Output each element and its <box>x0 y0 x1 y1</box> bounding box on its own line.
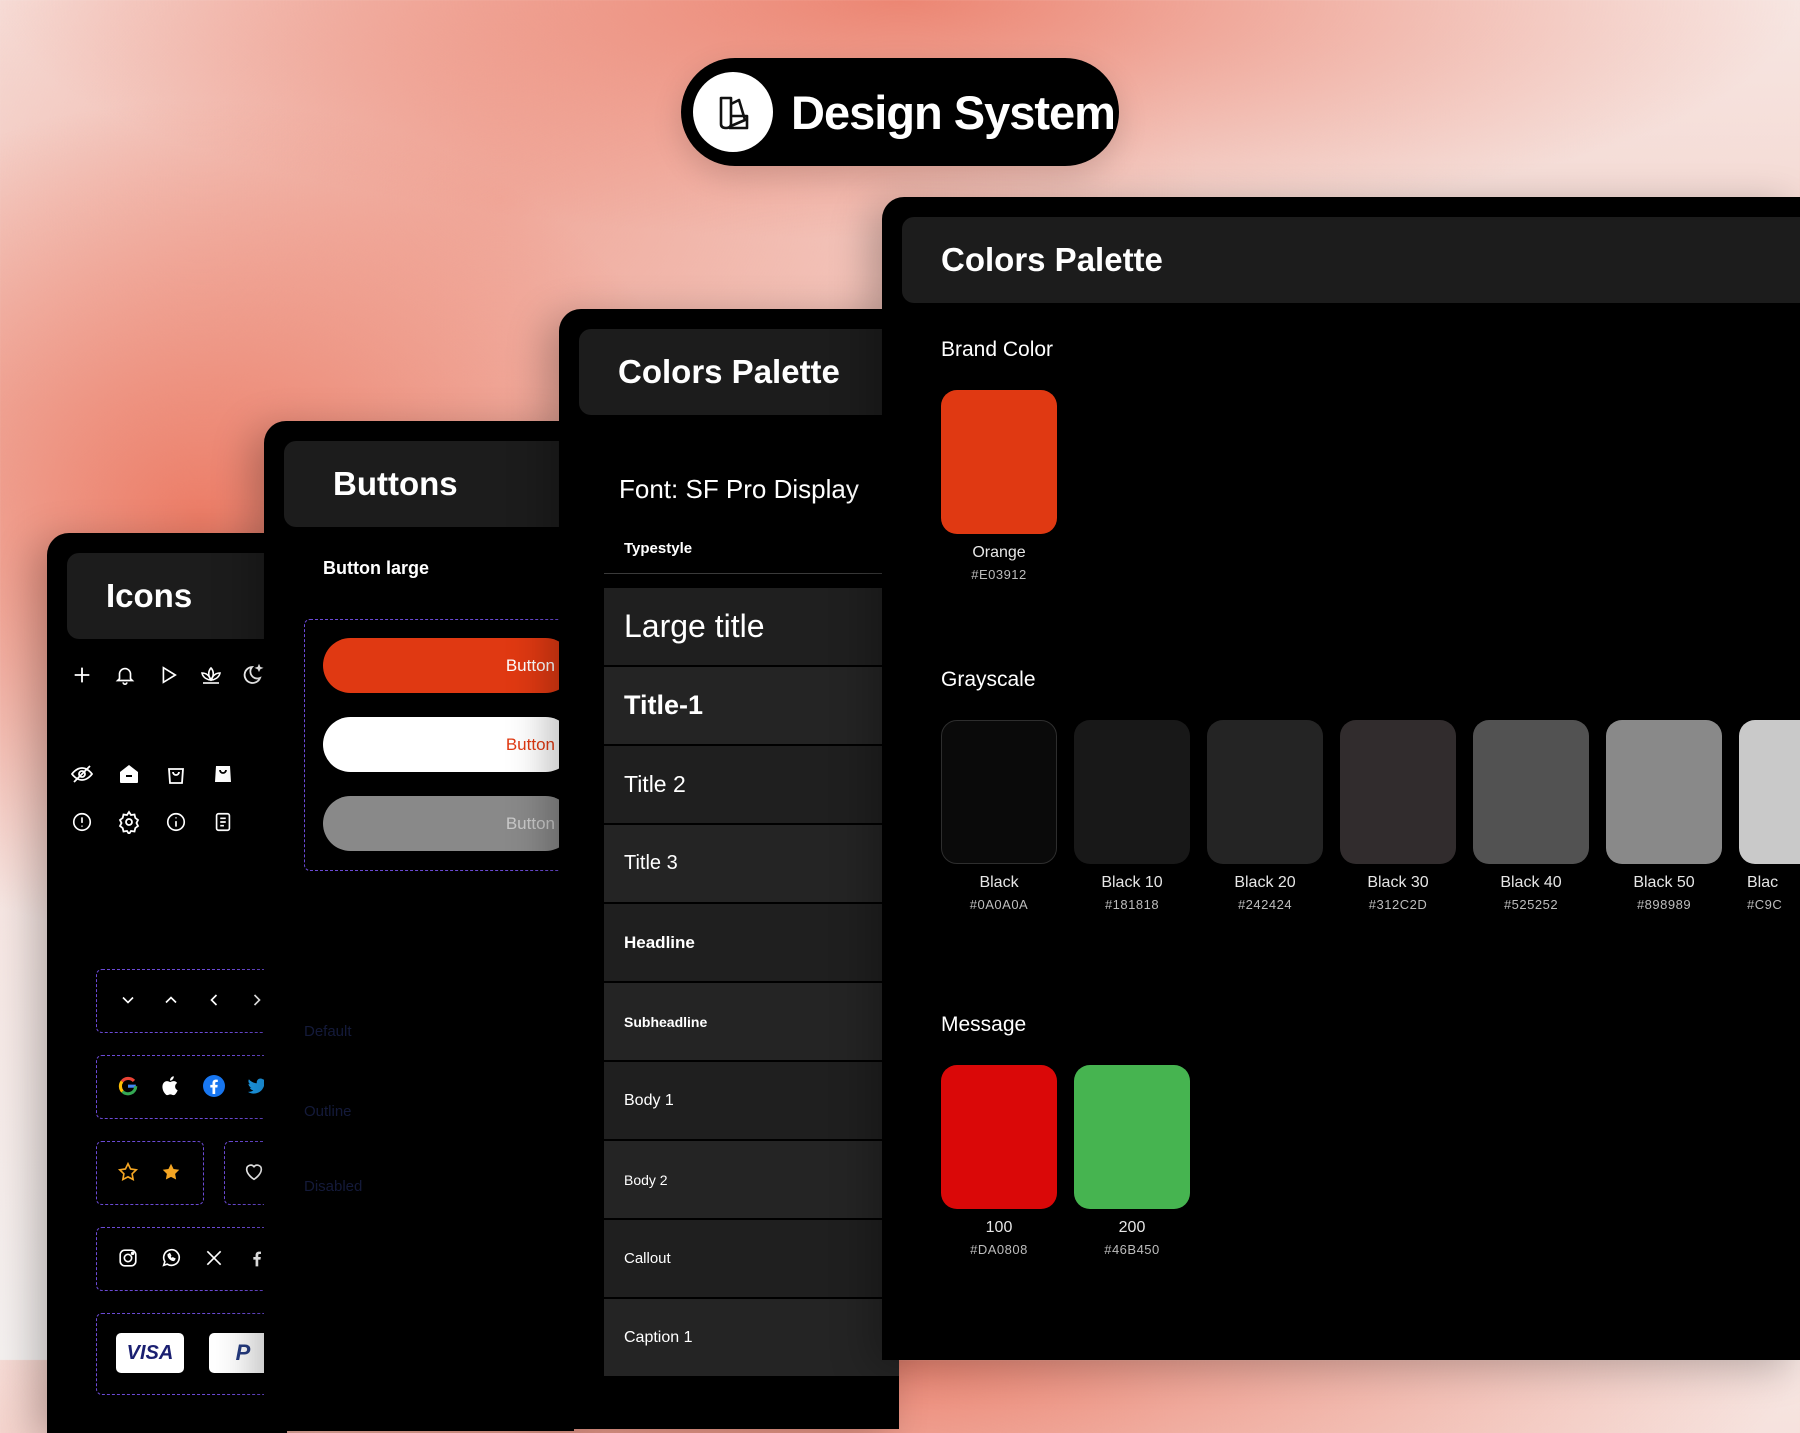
typestyle-callout: Callout <box>604 1220 899 1297</box>
swatch-black-50 <box>1606 720 1722 864</box>
swatch-black-60 <box>1739 720 1800 864</box>
icons-card: Icons VISA P <box>47 533 287 1433</box>
swatch-black-20 <box>1207 720 1323 864</box>
play-icon <box>152 659 184 691</box>
message-heading: Message <box>941 1013 1027 1036</box>
typestyle-title-2: Title 2 <box>604 746 899 823</box>
swatch-black-10-name: Black 10 <box>1101 874 1163 891</box>
variant-disabled-label: Disabled <box>304 1178 363 1195</box>
alert-circle-icon <box>66 806 98 838</box>
disabled-button: Button <box>323 796 573 851</box>
hero-title: Design System <box>791 85 1116 139</box>
buttons-card: Buttons Button large Button Button Butto… <box>264 421 574 1431</box>
button-large-label: Button large <box>323 558 429 578</box>
swatch-black-40 <box>1473 720 1589 864</box>
swatch-black <box>941 720 1057 864</box>
typography-card: Colors Palette Font: SF Pro Display Type… <box>559 309 899 1429</box>
settings-icon <box>113 806 145 838</box>
swatch-message-100 <box>941 1065 1057 1209</box>
visa-label: VISA <box>126 1341 174 1364</box>
font-label: Font: SF Pro Display <box>619 474 859 504</box>
apple-icon <box>155 1070 187 1102</box>
typestyle-label: Typestyle <box>624 540 693 557</box>
swatch-black-30-hex: #312C2D <box>1368 897 1428 912</box>
swatch-black-40-hex: #525252 <box>1503 897 1559 912</box>
whatsapp-icon <box>155 1242 187 1274</box>
buttons-card-title: Buttons <box>333 465 458 502</box>
design-system-badge: Design System <box>681 58 1119 166</box>
swatch-message-200-name: 200 <box>1118 1219 1146 1236</box>
swatch-black-50-hex: #898989 <box>1636 897 1692 912</box>
typestyle-title-1: Title-1 <box>604 667 899 744</box>
disabled-button-label: Button <box>505 813 555 833</box>
typography-card-header: Colors Palette <box>579 329 899 415</box>
typestyle-body-2: Body 2 <box>604 1141 899 1218</box>
typestyle-title-3: Title 3 <box>604 825 899 902</box>
home-icon <box>113 758 145 790</box>
typestyle-divider <box>604 573 899 574</box>
swatch-message-200-hex: #46B450 <box>1104 1242 1160 1257</box>
typestyle-body-1: Body 1 <box>604 1062 899 1139</box>
swatch-black-20-name: Black 20 <box>1234 874 1296 891</box>
bag-outline-icon <box>160 758 192 790</box>
primary-button[interactable]: Button <box>323 638 573 693</box>
grayscale-heading: Grayscale <box>941 668 1036 691</box>
bag-filled-icon <box>207 758 239 790</box>
visa-card-icon: VISA <box>116 1333 184 1373</box>
swatch-black-10 <box>1074 720 1190 864</box>
swatch-black-30 <box>1340 720 1456 864</box>
swatch-black-40-name: Black 40 <box>1500 874 1562 891</box>
typestyle-subheadline: Subheadline <box>604 983 899 1060</box>
icons-card-header: Icons <box>67 553 287 639</box>
primary-button-label: Button <box>505 655 555 675</box>
brand-color-heading: Brand Color <box>941 338 1054 361</box>
swatch-black-30-name: Black 30 <box>1367 874 1429 891</box>
chevron-down-icon <box>112 984 144 1016</box>
colors-card: Colors Palette Brand Color Orange #E0391… <box>882 197 1800 1360</box>
swatch-orange-hex: #E03912 <box>971 567 1027 582</box>
instagram-icon <box>112 1242 144 1274</box>
typestyle-caption-1: Caption 1 <box>604 1299 899 1376</box>
swatch-orange <box>941 390 1057 534</box>
plus-icon <box>66 659 98 691</box>
swatch-black-50-name: Black 50 <box>1633 874 1695 891</box>
swatch-message-100-hex: #DA0808 <box>970 1242 1028 1257</box>
typestyle-large-title: Large title <box>604 588 899 665</box>
outline-button-label: Button <box>505 734 555 754</box>
paypal-label: P <box>235 1340 251 1365</box>
chevron-left-icon <box>198 984 230 1016</box>
swatch-black-10-hex: #181818 <box>1104 897 1160 912</box>
outline-button[interactable]: Button <box>323 717 573 772</box>
chevron-up-icon <box>155 984 187 1016</box>
swatch-black-hex: #0A0A0A <box>969 897 1029 912</box>
colors-card-title: Colors Palette <box>941 241 1163 278</box>
typestyle-headline: Headline <box>604 904 899 981</box>
swatch-black-20-hex: #242424 <box>1237 897 1293 912</box>
star-outline-icon <box>112 1156 144 1188</box>
document-icon <box>207 806 239 838</box>
bell-icon <box>109 659 141 691</box>
swatch-orange-name: Orange <box>972 544 1026 561</box>
info-icon <box>160 806 192 838</box>
palette-swatch-icon <box>693 72 773 152</box>
typography-card-title: Colors Palette <box>618 353 840 390</box>
x-icon <box>198 1242 230 1274</box>
star-filled-icon <box>155 1156 187 1188</box>
variant-default-label: Default <box>304 1023 352 1040</box>
swatch-message-200 <box>1074 1065 1190 1209</box>
typestyle-list: Large title Title-1 Title 2 Title 3 Head… <box>604 588 899 1429</box>
colors-card-header: Colors Palette <box>902 217 1800 303</box>
swatch-black-name: Black <box>979 874 1019 891</box>
swatch-message-100-name: 100 <box>985 1219 1013 1236</box>
google-icon <box>112 1070 144 1102</box>
swatch-black-60-name: Blac <box>1747 874 1779 891</box>
buttons-card-header: Buttons <box>284 441 574 527</box>
swatch-black-60-hex: #C9C <box>1747 897 1783 912</box>
eye-off-icon <box>66 758 98 790</box>
lotus-icon <box>195 659 227 691</box>
icons-card-title: Icons <box>106 577 193 614</box>
variant-outline-label: Outline <box>304 1103 352 1120</box>
facebook-icon <box>198 1070 230 1102</box>
